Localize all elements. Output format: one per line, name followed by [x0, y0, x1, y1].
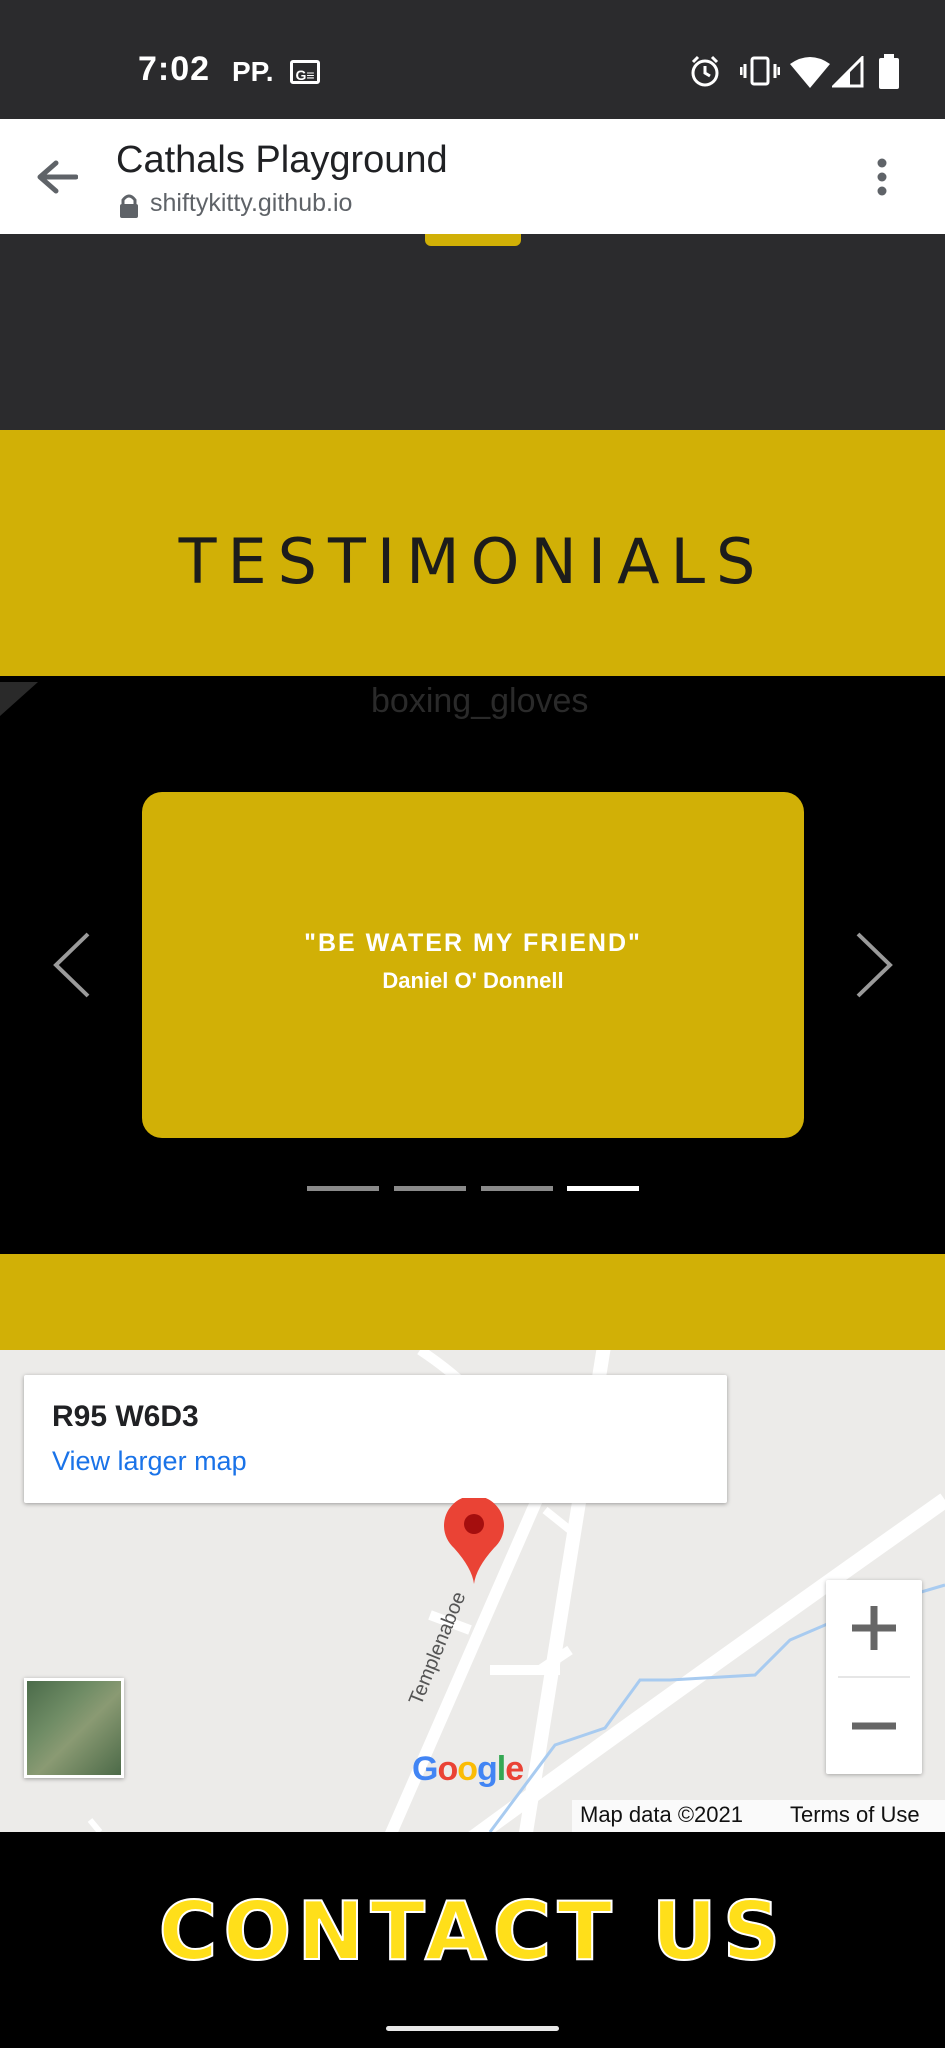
vibrate-icon — [740, 56, 780, 86]
carousel-prev-icon[interactable] — [50, 930, 94, 1000]
testimonial-slide — [142, 792, 804, 1138]
yellow-divider-band — [0, 1254, 945, 1350]
view-larger-map-link[interactable]: View larger map — [52, 1446, 247, 1477]
zoom-in-icon[interactable] — [848, 1602, 900, 1654]
google-logo: Google — [412, 1750, 524, 1788]
status-time: 7:02 — [138, 50, 211, 88]
testimonial-author: Daniel O' Donnell — [382, 968, 564, 993]
notification-badge-icon: G≡ — [290, 60, 320, 84]
custom-tab-toolbar: Cathals Playground shiftykitty.github.io — [0, 119, 945, 234]
lock-icon — [120, 194, 138, 218]
contact-heading: CONTACT US — [158, 1884, 787, 1979]
carousel-indicator-1[interactable] — [307, 1186, 379, 1191]
dark-section — [0, 234, 945, 430]
alarm-icon — [691, 55, 719, 87]
carousel-indicator-3[interactable] — [481, 1186, 553, 1191]
map-pin-icon[interactable] — [442, 1498, 506, 1586]
cell-signal-icon — [832, 56, 864, 88]
wifi-icon — [790, 57, 830, 88]
map-place-code: R95 W6D3 — [52, 1400, 199, 1433]
satellite-toggle[interactable] — [24, 1678, 124, 1778]
map-data-attribution: Map data ©2021 — [580, 1802, 743, 1827]
more-options-icon[interactable] — [870, 155, 894, 199]
page-url[interactable]: shiftykitty.github.io — [150, 189, 352, 218]
carousel-indicator-4-active[interactable] — [567, 1186, 639, 1191]
battery-icon — [879, 54, 899, 89]
carousel-indicator-2[interactable] — [394, 1186, 466, 1191]
home-gesture-handle[interactable] — [386, 2026, 559, 2031]
zoom-out-icon[interactable] — [848, 1700, 900, 1752]
broken-image-icon — [0, 682, 38, 716]
zoom-divider — [838, 1676, 910, 1678]
carousel-next-icon[interactable] — [852, 930, 896, 1000]
broken-image-alt-text: boxing_gloves — [371, 682, 589, 720]
status-bar: 7:02 PP. G≡ — [0, 0, 945, 119]
terms-of-use-link[interactable]: Terms of Use — [790, 1802, 920, 1828]
map-info-card — [24, 1375, 727, 1503]
back-arrow-icon[interactable] — [36, 159, 78, 195]
status-ampm: PP. — [232, 56, 274, 87]
testimonials-heading: TESTIMONIALS — [178, 525, 767, 598]
testimonial-quote: "BE WATER MY FRIEND" — [304, 929, 642, 957]
nav-tab-indicator — [425, 234, 521, 246]
page-title: Cathals Playground — [116, 139, 448, 181]
